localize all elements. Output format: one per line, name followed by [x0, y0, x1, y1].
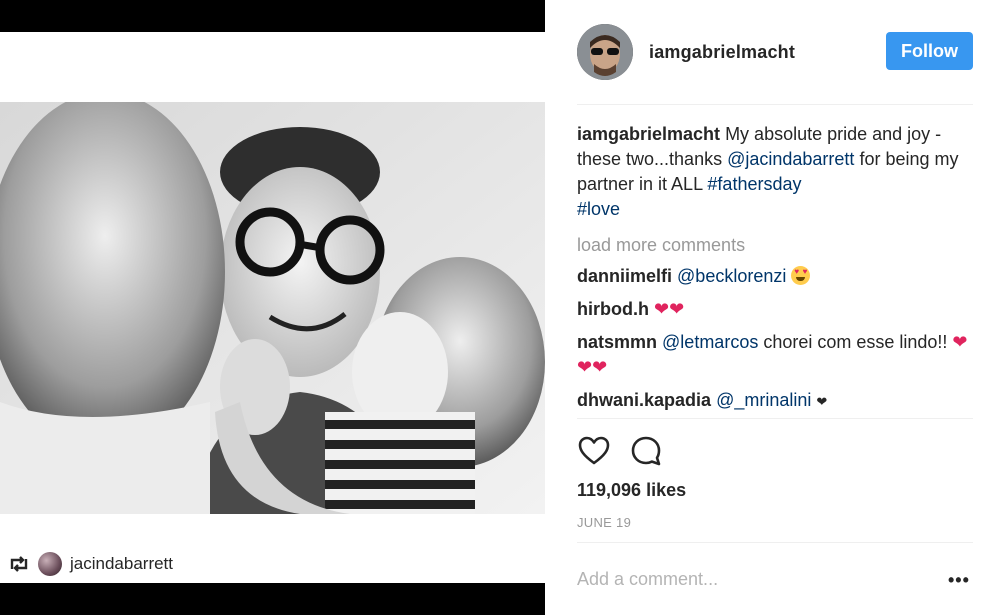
- letterbox-top: [0, 0, 545, 32]
- hashtag-fathersday[interactable]: #fathersday: [707, 174, 801, 194]
- heart-eyes-emoji-icon: [791, 266, 811, 285]
- add-comment-input[interactable]: Add a comment...: [577, 569, 718, 590]
- comment-mention[interactable]: @letmarcos: [662, 332, 758, 352]
- comment-item: dhwani.kapadia @_mrinalini ❤: [577, 388, 977, 414]
- hearts-emoji: ❤❤: [654, 299, 685, 319]
- repost-username[interactable]: jacindabarrett: [70, 554, 173, 574]
- like-count[interactable]: 119,096 likes: [577, 480, 686, 501]
- comment-item: hirbod.h ❤❤: [577, 297, 977, 322]
- repost-icon: [10, 556, 28, 572]
- letterbox-bottom: [0, 583, 545, 615]
- avatar[interactable]: [577, 24, 633, 80]
- comment-mention[interactable]: @_mrinalini: [716, 390, 811, 410]
- caption-mention[interactable]: @jacindabarrett: [727, 149, 854, 169]
- repost-attribution[interactable]: jacindabarrett: [8, 548, 173, 580]
- comment-item: natsmmn @letmarcos chorei com esse lindo…: [577, 330, 977, 380]
- avatar-image: [577, 24, 633, 80]
- comment-user[interactable]: hirbod.h: [577, 299, 649, 319]
- post-side-panel: iamgabrielmacht Follow iamgabrielmacht M…: [545, 0, 1000, 615]
- repost-avatar[interactable]: [38, 552, 62, 576]
- small-heart-emoji: ❤: [816, 394, 828, 409]
- comment-user[interactable]: danniimelfi: [577, 266, 672, 286]
- caption-author[interactable]: iamgabrielmacht: [577, 124, 720, 144]
- author-username[interactable]: iamgabrielmacht: [649, 42, 795, 63]
- divider: [577, 418, 973, 419]
- post-header: iamgabrielmacht Follow: [577, 24, 973, 80]
- comment-text: chorei com esse lindo!!: [758, 332, 953, 352]
- comment-mention[interactable]: @becklorenzi: [677, 266, 786, 286]
- comment-bubble-icon[interactable]: [629, 434, 663, 468]
- divider: [577, 542, 973, 543]
- divider: [577, 104, 973, 105]
- comments-list: iamgabrielmacht My absolute pride and jo…: [577, 122, 977, 422]
- comment-item: danniimelfi @becklorenzi: [577, 264, 977, 289]
- media-panel: jacindabarrett: [0, 0, 545, 615]
- follow-button[interactable]: Follow: [886, 32, 973, 70]
- caption: iamgabrielmacht My absolute pride and jo…: [577, 122, 977, 222]
- post-actions: [577, 434, 663, 468]
- comment-user[interactable]: dhwani.kapadia: [577, 390, 711, 410]
- heart-outline-icon[interactable]: [577, 434, 611, 468]
- comment-user[interactable]: natsmmn: [577, 332, 657, 352]
- load-more-comments[interactable]: load more comments: [577, 233, 977, 258]
- hashtag-love[interactable]: #love: [577, 199, 620, 219]
- post-photo[interactable]: [0, 102, 545, 514]
- post-date[interactable]: JUNE 19: [577, 515, 631, 530]
- more-options-button[interactable]: •••: [948, 570, 970, 591]
